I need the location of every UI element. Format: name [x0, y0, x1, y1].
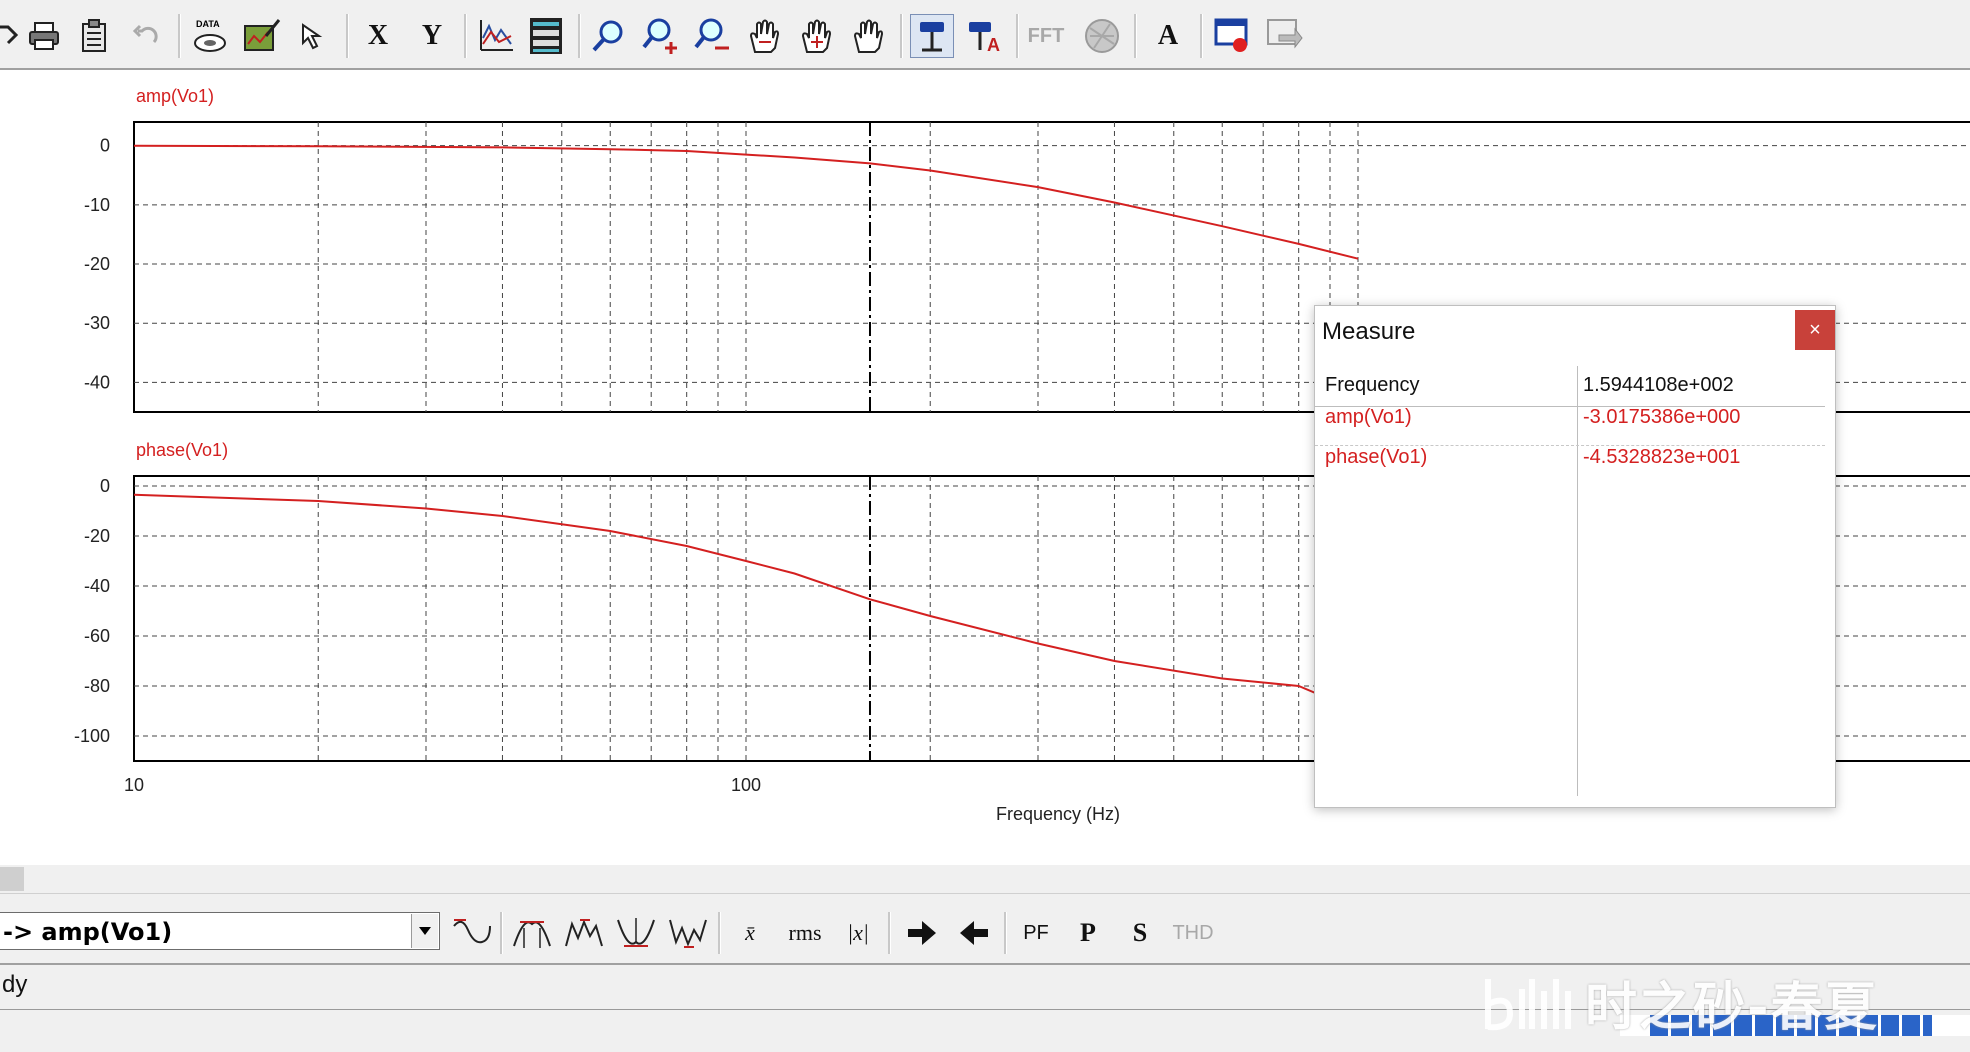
measure-value: -4.5328823e+001 — [1583, 446, 1741, 468]
svg-text:A: A — [987, 35, 1000, 54]
hand-tool-icon[interactable] — [846, 14, 890, 58]
record-icon[interactable] — [1210, 14, 1254, 58]
toolbar-separator — [888, 912, 891, 954]
fft-button[interactable]: FFT — [1024, 14, 1068, 58]
zoom-out-icon[interactable] — [690, 14, 734, 58]
measure-dialog-title: Measure — [1322, 318, 1416, 345]
measure-table: Frequency 1.5944108e+002 amp(Vo1) -3.017… — [1315, 366, 1833, 796]
mean-button[interactable]: x̄ — [730, 912, 770, 954]
export-icon[interactable] — [1262, 14, 1306, 58]
y-axis-button[interactable]: Y — [410, 14, 454, 58]
toolbar-separator — [464, 14, 467, 58]
spectrum-icon[interactable] — [1080, 14, 1124, 58]
text-annotation-button[interactable]: A — [1146, 14, 1190, 58]
x-axis-label: X — [367, 20, 389, 51]
measure-row-phase[interactable]: phase(Vo1) -4.5328823e+001 — [1315, 438, 1833, 478]
chevron-down-icon[interactable] — [411, 914, 438, 948]
peak-next-icon[interactable] — [562, 912, 606, 954]
print-button[interactable] — [22, 14, 66, 58]
measurement-toolbar: -> amp(Vo1) x̄ rms |x| PF P S THD — [0, 893, 1970, 964]
power-button[interactable]: P — [1068, 912, 1108, 954]
text-annotation-label: A — [1157, 20, 1179, 51]
pan-hand-icon[interactable] — [742, 14, 786, 58]
undo-icon[interactable] — [124, 14, 168, 58]
horizontal-scrollbar[interactable] — [0, 865, 1970, 893]
y-tick-label: -10 — [84, 195, 110, 215]
trace-select-value: -> amp(Vo1) — [3, 918, 173, 946]
apparent-power-button[interactable]: S — [1120, 912, 1160, 954]
toolbar-separator — [578, 14, 581, 58]
y-tick-label: -40 — [84, 372, 110, 392]
toolbar-separator — [1016, 14, 1019, 58]
measure-value: -3.0175386e+000 — [1583, 406, 1741, 428]
pan-zoom-hand-icon[interactable] — [794, 14, 838, 58]
measure-key: amp(Vo1) — [1325, 406, 1412, 428]
data-file-button[interactable]: DATA — [188, 14, 232, 58]
scrollbar-thumb[interactable] — [0, 867, 24, 891]
valley-min-icon[interactable] — [614, 912, 658, 954]
toolbar-separator — [1200, 14, 1203, 58]
toolbar-separator — [1004, 912, 1007, 954]
abs-mean-button[interactable]: |x| — [838, 912, 878, 954]
cursor-label-button[interactable]: A — [962, 14, 1006, 58]
y-tick-label: -20 — [84, 526, 110, 546]
analysis-window-button[interactable] — [524, 14, 568, 58]
fft-label: FFT — [1027, 24, 1065, 47]
measure-row-amp[interactable]: amp(Vo1) -3.0175386e+000 — [1315, 398, 1833, 438]
y-axis-label: Y — [421, 20, 443, 51]
toolbar-separator — [178, 14, 181, 58]
graph-settings-button[interactable] — [240, 14, 284, 58]
x-tick-label: 10 — [124, 775, 144, 795]
measure-dialog[interactable]: Measure × Frequency 1.5944108e+002 amp(V… — [1314, 305, 1836, 808]
y-tick-label: -60 — [84, 626, 110, 646]
measure-value: 1.5944108e+002 — [1583, 374, 1734, 396]
y-tick-label: -20 — [84, 254, 110, 274]
cursor-probe-button[interactable] — [910, 14, 954, 58]
close-icon[interactable]: × — [1795, 310, 1835, 350]
waveform-icon[interactable] — [450, 912, 494, 954]
toolbar-separator — [500, 912, 503, 954]
x-axis-label: Frequency (Hz) — [996, 804, 1120, 824]
watermark-logo: 时之砂-春夏 — [1480, 969, 1920, 1052]
status-bar: dy 时之砂-春夏 — [0, 963, 1970, 1038]
rms-button[interactable]: rms — [778, 912, 832, 954]
svg-text:时之砂-春夏: 时之砂-春夏 — [1585, 978, 1879, 1038]
previous-point-icon[interactable] — [952, 912, 996, 954]
y-tick-label: 0 — [100, 136, 110, 156]
x-tick-label: 100 — [731, 775, 761, 795]
toolbar-separator — [718, 912, 721, 954]
y-tick-label: 0 — [100, 476, 110, 496]
main-toolbar: DATA X Y A FFT A — [0, 0, 1970, 70]
toolbar-separator — [1134, 14, 1137, 58]
add-trace-button[interactable] — [474, 14, 518, 58]
y-tick-label: -100 — [74, 726, 110, 746]
chart-title: amp(Vo1) — [136, 86, 214, 106]
copy-clipboard-button[interactable] — [72, 14, 116, 58]
y-tick-label: -30 — [84, 313, 110, 333]
next-point-icon[interactable] — [900, 912, 944, 954]
y-tick-label: -40 — [84, 576, 110, 596]
measure-key: phase(Vo1) — [1325, 446, 1428, 468]
x-axis-button[interactable]: X — [356, 14, 400, 58]
toolbar-separator — [346, 14, 349, 58]
pointer-cursor-icon[interactable] — [292, 14, 336, 58]
zoom-icon[interactable] — [586, 14, 630, 58]
thd-button[interactable]: THD — [1168, 912, 1218, 954]
data-badge-text: DATA — [196, 19, 220, 29]
measure-key: Frequency — [1325, 374, 1420, 396]
power-factor-button[interactable]: PF — [1014, 912, 1058, 954]
valley-next-icon[interactable] — [666, 912, 710, 954]
chart-title: phase(Vo1) — [136, 440, 228, 460]
toolbar-separator — [900, 14, 903, 58]
zoom-in-icon[interactable] — [638, 14, 682, 58]
peak-max-icon[interactable] — [510, 912, 554, 954]
trace-select[interactable]: -> amp(Vo1) — [0, 912, 440, 950]
y-tick-label: -80 — [84, 676, 110, 696]
status-text: dy — [2, 971, 28, 998]
